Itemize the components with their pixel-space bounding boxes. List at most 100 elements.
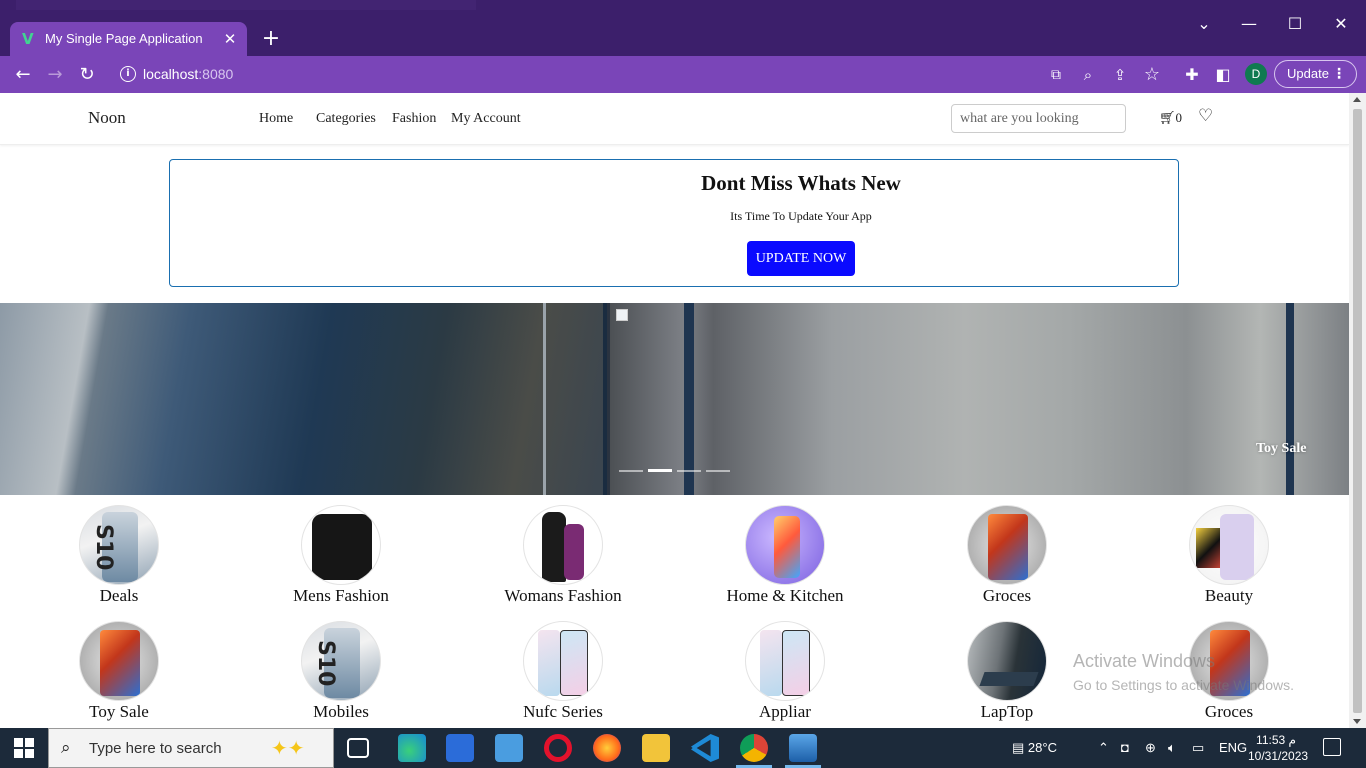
- clock-time: 11:53 م: [1256, 733, 1296, 747]
- chrome-icon[interactable]: [740, 734, 768, 762]
- nav-link-home[interactable]: Home: [259, 110, 293, 128]
- activate-windows-title: Activate Windows: [1073, 651, 1216, 671]
- vscode-icon[interactable]: [691, 734, 719, 762]
- store-icon[interactable]: [446, 734, 474, 762]
- hero-carousel[interactable]: Toy Sale: [0, 303, 1349, 495]
- category-label: Mobiles: [313, 702, 369, 721]
- windows-taskbar: ⌕ Type here to search ✦✦ ▤ 28°C ⌃ ◘ ⊕ 🔈︎…: [0, 728, 1366, 768]
- category-label: LapTop: [980, 702, 1034, 721]
- taskbar-clock[interactable]: 11:53 م 10/31/2023: [1248, 732, 1308, 764]
- taskbar-search-placeholder: Type here to search: [89, 740, 222, 757]
- battery-icon[interactable]: ▭: [1192, 739, 1204, 757]
- opera-icon[interactable]: [544, 734, 572, 762]
- browser-titlebar: V My Single Page Application ✕ + ⌄ — ☐ ✕: [0, 0, 1366, 56]
- outfit-art: [542, 512, 566, 582]
- mail-icon[interactable]: [495, 734, 523, 762]
- brand-logo[interactable]: Noon: [88, 108, 126, 128]
- profile-avatar[interactable]: D: [1245, 63, 1267, 85]
- tab-title: My Single Page Application: [45, 31, 203, 46]
- carousel-indicator-active[interactable]: [648, 469, 672, 472]
- laptop-art: [979, 672, 1039, 686]
- forward-icon[interactable]: →: [44, 64, 66, 86]
- phone-art: S10: [91, 512, 138, 582]
- nav-link-fashion[interactable]: Fashion: [392, 110, 436, 128]
- cart-icon: 🛒︎: [1159, 110, 1176, 125]
- slide-edge: [543, 303, 546, 495]
- edge-browser-icon[interactable]: [398, 734, 426, 762]
- back-icon[interactable]: ←: [12, 64, 34, 86]
- bookmark-star-icon[interactable]: ☆: [1141, 64, 1163, 86]
- zoom-icon[interactable]: ⌕: [1077, 64, 1099, 86]
- nav-link-categories[interactable]: Categories: [316, 110, 376, 128]
- side-panel-icon[interactable]: ◧: [1212, 64, 1234, 86]
- category-label: Groces: [1204, 702, 1254, 721]
- site-info-icon[interactable]: i: [120, 66, 136, 82]
- category-label: Deals: [99, 586, 139, 605]
- windows-start-icon[interactable]: [14, 738, 34, 758]
- input-language[interactable]: ENG: [1219, 739, 1247, 757]
- wishlist-heart-icon[interactable]: ♡: [1198, 106, 1213, 126]
- minimize-icon[interactable]: —: [1235, 14, 1263, 42]
- scroll-down-arrow-icon[interactable]: [1353, 719, 1361, 724]
- scroll-up-arrow-icon[interactable]: [1353, 97, 1361, 102]
- category-label: Beauty: [1204, 586, 1254, 605]
- search-highlight-icon: ✦✦: [271, 736, 305, 760]
- volume-icon[interactable]: 🔈︎: [1168, 739, 1176, 757]
- menu-dots-icon[interactable]: ⋮: [1332, 61, 1346, 87]
- nav-link-my-account[interactable]: My Account: [451, 110, 521, 128]
- slide-pillar: [684, 303, 694, 495]
- browser-update-button[interactable]: Update ⋮: [1274, 60, 1357, 88]
- activate-windows-subtitle: Go to Settings to activate Windows.: [1073, 677, 1294, 693]
- foldable-phone-art: [100, 630, 140, 696]
- firefox-icon[interactable]: [593, 734, 621, 762]
- maximize-icon[interactable]: ☐: [1281, 14, 1309, 42]
- promo-title: Dont Miss Whats New: [701, 171, 901, 195]
- weather-widget[interactable]: ▤ 28°C: [1012, 739, 1057, 757]
- category-label: Groces: [982, 586, 1032, 605]
- reload-icon[interactable]: ↻: [76, 64, 98, 86]
- scroll-thumb[interactable]: [1353, 109, 1362, 713]
- update-now-button[interactable]: UPDATE NOW: [747, 241, 855, 276]
- taskbar-search-box[interactable]: ⌕ Type here to search ✦✦: [48, 728, 334, 768]
- vue-logo-icon: V: [22, 30, 34, 48]
- url-host: localhost: [143, 66, 199, 82]
- file-explorer-icon[interactable]: [642, 734, 670, 762]
- task-view-icon[interactable]: [347, 738, 369, 758]
- carousel-indicator[interactable]: [677, 470, 701, 472]
- extensions-icon[interactable]: ✚: [1181, 64, 1203, 86]
- category-image: [967, 505, 1047, 585]
- cart-count: 0: [1175, 110, 1183, 125]
- photos-icon[interactable]: [789, 734, 817, 762]
- carousel-indicator[interactable]: [619, 470, 643, 472]
- phone-back-art: [760, 630, 782, 696]
- close-window-icon[interactable]: ✕: [1327, 14, 1355, 42]
- category-label: Mens Fashion: [293, 586, 389, 605]
- browser-toolbar: ← → ↻ i localhost:8080 ⧉ ⌕ ⇪ ☆ ✚ ◧: [0, 56, 1366, 93]
- address-bar[interactable]: i localhost:8080: [110, 60, 1170, 89]
- category-image: [301, 505, 381, 585]
- show-hidden-icons-icon[interactable]: ⌃: [1098, 739, 1109, 757]
- page-viewport: Noon Home Categories Fashion My Account …: [0, 93, 1349, 728]
- site-search-input[interactable]: [951, 104, 1126, 133]
- carousel-indicator[interactable]: [706, 470, 730, 472]
- category-image: S10: [79, 505, 159, 585]
- browser-tab[interactable]: V My Single Page Application ✕: [10, 22, 247, 56]
- site-navbar: Noon Home Categories Fashion My Account …: [0, 93, 1349, 145]
- meet-now-icon[interactable]: ◘: [1121, 739, 1129, 757]
- carousel-caption: Toy Sale: [1256, 441, 1307, 456]
- broken-image-icon: [616, 309, 628, 321]
- promo-subtitle: Its Time To Update Your App: [730, 209, 872, 223]
- tab-search-icon[interactable]: ⌄: [1190, 14, 1218, 42]
- open-in-app-icon[interactable]: ⧉: [1045, 64, 1067, 86]
- category-label: Womans Fashion: [504, 586, 622, 605]
- share-icon[interactable]: ⇪: [1109, 64, 1131, 86]
- close-tab-icon[interactable]: ✕: [221, 30, 239, 48]
- cart-link[interactable]: 🛒︎0: [1159, 109, 1182, 127]
- page-scrollbar[interactable]: [1349, 93, 1366, 728]
- phone-back-art: [538, 630, 560, 696]
- category-image: [967, 621, 1047, 701]
- carousel-slide-active: [610, 303, 1349, 495]
- network-icon[interactable]: ⊕: [1145, 739, 1156, 757]
- notification-center-icon[interactable]: [1323, 738, 1341, 756]
- new-tab-button[interactable]: +: [260, 28, 282, 50]
